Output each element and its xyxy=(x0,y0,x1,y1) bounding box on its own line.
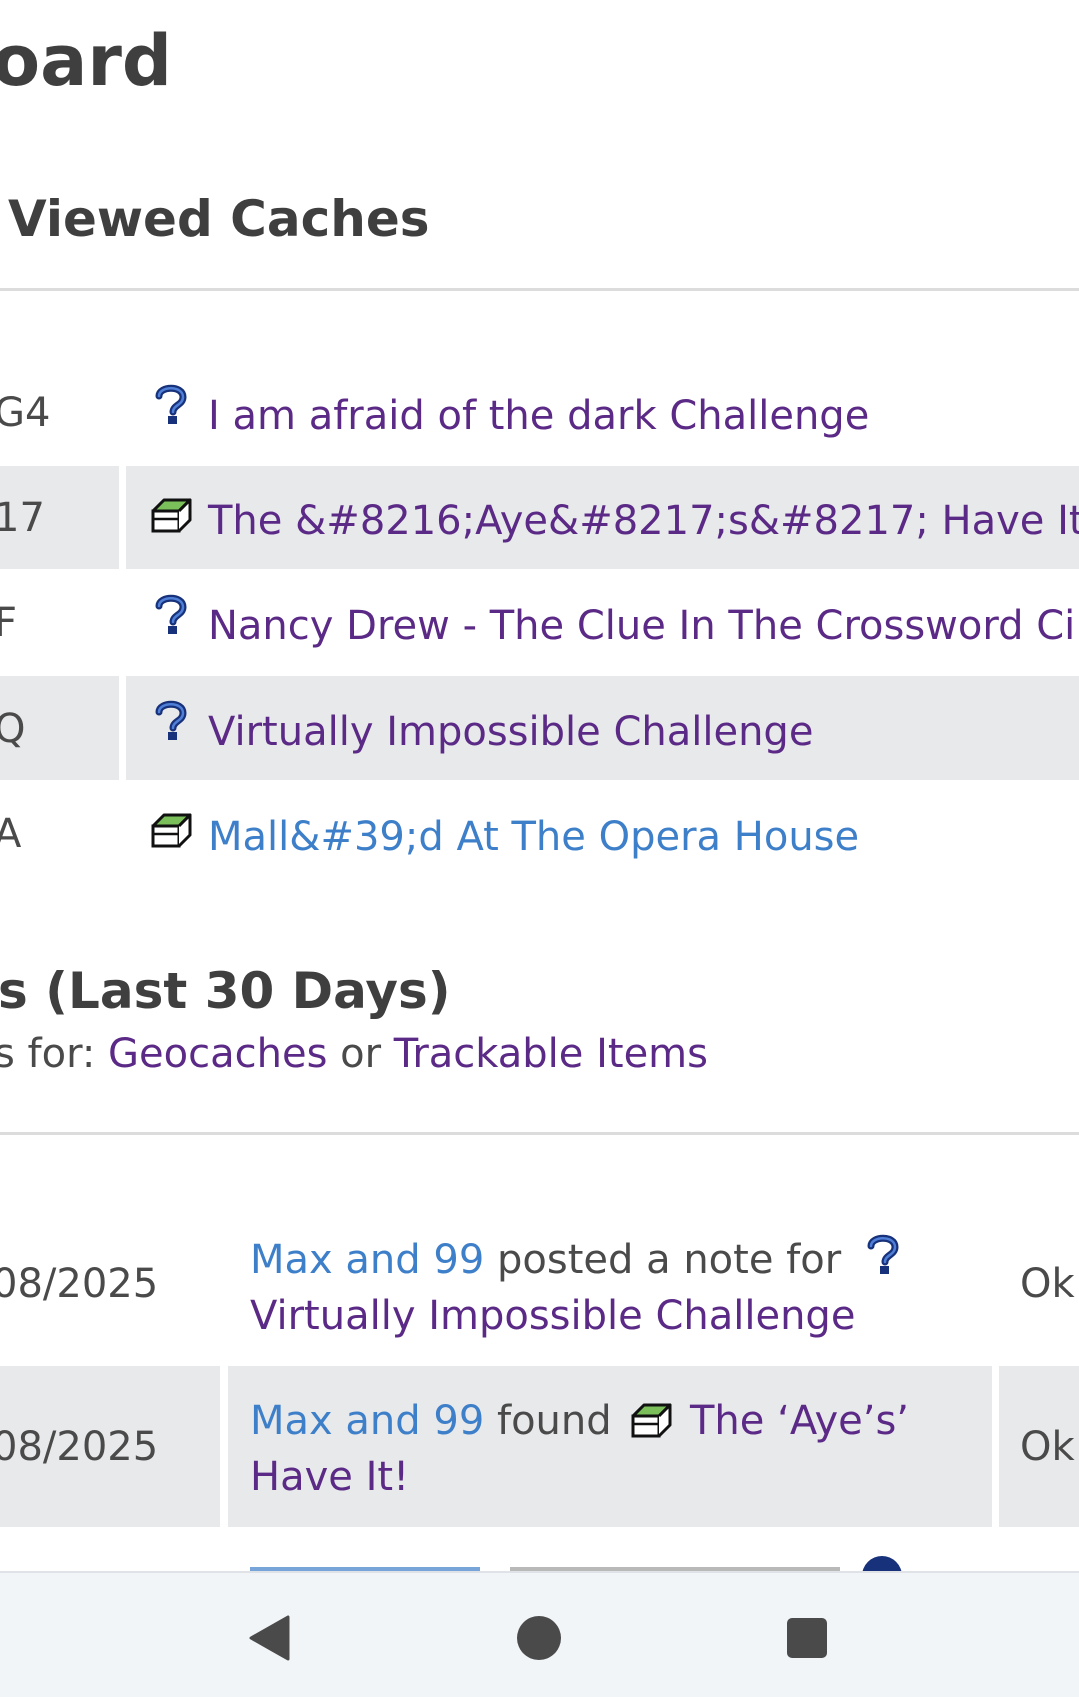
cache-link[interactable]: I am afraid of the dark Challenge xyxy=(208,391,869,441)
cache-code: F xyxy=(0,600,18,646)
traditional-cache-icon xyxy=(151,498,192,533)
cache-link[interactable]: The ‘Aye’s’ xyxy=(690,1396,909,1446)
cache-code: 17 xyxy=(0,495,45,541)
log-action: found xyxy=(497,1398,612,1444)
cache-link-continued[interactable]: Have It! xyxy=(250,1452,409,1502)
divider xyxy=(0,1132,1079,1135)
log-entry: Max and 99 posted a note for xyxy=(250,1235,841,1285)
logs-heading: s (Last 30 Days) xyxy=(0,962,451,1020)
system-navbar xyxy=(0,1571,1079,1697)
traditional-cache-icon xyxy=(151,813,192,848)
cache-link[interactable]: Virtually Impossible Challenge xyxy=(250,1291,855,1341)
cache-link[interactable]: Mall&#39;d At The Opera House xyxy=(208,812,859,862)
log-status: Ok xyxy=(1020,1424,1075,1470)
row-shade xyxy=(228,1366,992,1527)
log-date: 08/2025 xyxy=(0,1261,159,1307)
user-link[interactable]: Max and 99 xyxy=(250,1398,484,1444)
mystery-cache-icon xyxy=(867,1234,899,1274)
cache-code: Q xyxy=(0,706,26,752)
cache-link[interactable]: Nancy Drew - The Clue In The Crossword C… xyxy=(208,601,1075,651)
cache-link[interactable]: The &#8216;Aye&#8217;s&#8217; Have It! xyxy=(208,496,1079,546)
cache-link[interactable]: Virtually Impossible Challenge xyxy=(208,707,813,757)
recent-caches-heading: Viewed Caches xyxy=(8,190,430,248)
cache-code: G4 xyxy=(0,390,51,436)
filter-trackables-link[interactable]: Trackable Items xyxy=(394,1031,708,1077)
mystery-cache-icon xyxy=(155,384,187,424)
filter-geocaches-link[interactable]: Geocaches xyxy=(108,1031,327,1077)
page-title: oard xyxy=(0,20,172,102)
log-date: 08/2025 xyxy=(0,1424,159,1470)
traditional-cache-icon xyxy=(631,1403,672,1438)
divider xyxy=(0,288,1079,291)
filter-prefix: s for: xyxy=(0,1031,96,1077)
log-action: posted a note for xyxy=(497,1237,842,1283)
home-button[interactable] xyxy=(516,1615,562,1661)
user-link[interactable]: Max and 99 xyxy=(250,1237,484,1283)
log-entry: Max and 99 found xyxy=(250,1396,612,1446)
partial-row xyxy=(250,1556,950,1571)
logs-filter: s for: Geocaches or Trackable Items xyxy=(0,1029,708,1079)
filter-or: or xyxy=(340,1031,382,1077)
recents-button[interactable] xyxy=(785,1616,829,1660)
back-button[interactable] xyxy=(248,1615,290,1661)
cache-code: A xyxy=(0,811,22,857)
mystery-cache-icon xyxy=(155,594,187,634)
mystery-cache-icon xyxy=(155,700,187,740)
log-status: Ok xyxy=(1020,1261,1075,1307)
